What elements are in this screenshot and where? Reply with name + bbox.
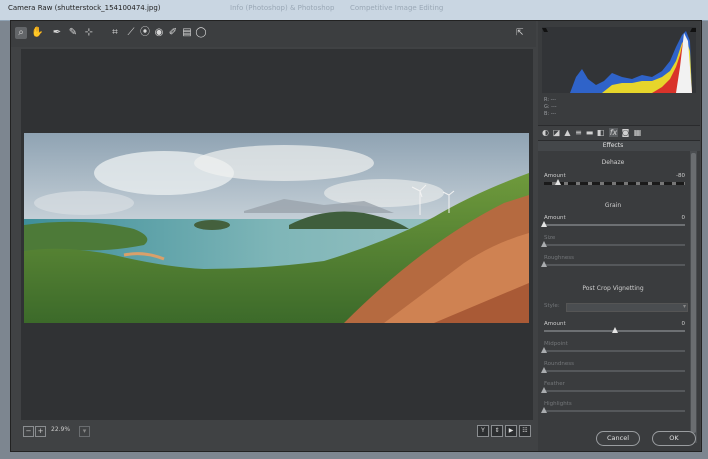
slider-track[interactable] [544,182,685,185]
chevron-down-icon: ▾ [682,303,686,310]
slider-track[interactable] [544,390,685,392]
slider-value[interactable]: 0 [682,321,686,327]
panel-tabs: ◐ ◪ ▲ ≡ ▬ ◧ fx ◙ ▦ [538,125,700,141]
style-label: Style: [544,303,560,309]
slider-label: Amount [544,321,566,327]
readout-g: G: --- [544,104,557,110]
slider-track[interactable] [544,224,685,226]
crop-icon[interactable]: ⌗ [109,27,121,39]
basic-tab-icon[interactable]: ◐ [541,128,550,137]
slider-value[interactable]: -80 [676,173,685,179]
dehaze-section-title: Dehaze [601,159,625,166]
cancel-button[interactable]: Cancel [596,431,640,446]
slider-label: Highlights [544,401,572,407]
readout-r: R: --- [544,97,557,103]
readout-b: B: --- [544,111,557,117]
slider-thumb[interactable] [541,261,547,267]
slider-track[interactable] [544,264,685,266]
window-title: Camera Raw (shutterstock_154100474.jpg) [8,4,161,12]
before-after-button[interactable]: Y [477,425,489,437]
slider-track[interactable] [544,370,685,372]
slider-label: Midpoint [544,341,568,347]
swap-button[interactable]: ⇕ [491,425,503,437]
panel-scrollbar[interactable] [690,151,697,443]
hsl-tab-icon[interactable]: ≡ [574,128,583,137]
split-toning-tab-icon[interactable]: ▬ [585,128,594,137]
tone-curve-tab-icon[interactable]: ◪ [552,128,561,137]
zoom-level[interactable]: 22.9% [51,426,70,433]
scrollbar-thumb[interactable] [691,153,696,433]
background-window-title-2: Competitive Image Editing [350,4,444,12]
style-dropdown[interactable]: ▾ [566,303,688,312]
hand-icon[interactable]: ✋ [31,27,43,39]
toggle-settings-button[interactable]: ☷ [519,425,531,437]
open-preferences-icon[interactable]: ⇱ [516,28,526,38]
slider-track[interactable] [544,350,685,352]
graduated-filter-icon[interactable]: ▤ [181,27,193,39]
effects-panel-header: Effects [538,141,700,151]
panel-title: Effects [602,142,624,149]
slider-label: Roughness [544,255,575,261]
preview-image [24,133,529,323]
slider-thumb[interactable] [541,407,547,413]
adjustment-brush-icon[interactable]: ✐ [167,27,179,39]
presets-tab-icon[interactable]: ▦ [633,128,642,137]
detail-tab-icon[interactable]: ▲ [563,128,572,137]
white-balance-icon[interactable]: ✒ [51,27,63,39]
red-eye-icon[interactable]: ◉ [153,27,165,39]
slider-label: Roundness [544,361,575,367]
copy-settings-button[interactable]: ▶ [505,425,517,437]
zoom-in-button[interactable]: + [35,426,46,437]
slider-track[interactable] [544,410,685,412]
slider-label: Feather [544,381,565,387]
slider-thumb[interactable] [541,387,547,393]
histogram [542,27,696,93]
dialog-frame: ⌕ ✋ ✒ ✎ ⊹ ⌗ ⟋ ⦿ ◉ ✐ ▤ ◯ ⇱ − + 22.9% ▾ Y … [10,20,702,452]
title-bar: Camera Raw (shutterstock_154100474.jpg) … [0,0,708,21]
slider-thumb[interactable] [541,221,547,227]
effects-tab-icon[interactable]: fx [609,128,618,137]
slider-value[interactable]: 0 [682,215,686,221]
vignette-style-select[interactable]: Style: ▾ [544,303,689,312]
straighten-icon[interactable]: ⟋ [125,27,137,39]
status-bar: − + 22.9% ▾ Y ⇕ ▶ ☷ [21,423,533,441]
lens-tab-icon[interactable]: ◧ [596,128,605,137]
zoom-dropdown-icon[interactable]: ▾ [79,426,90,437]
zoom-out-button[interactable]: − [23,426,34,437]
slider-track[interactable] [544,244,685,246]
zoom-icon[interactable]: ⌕ [15,27,27,39]
vignetting-section-title: Post Crop Vignetting [582,285,644,292]
rgb-readout: R: --- G: --- B: --- [544,97,557,118]
slider-label: Amount [544,215,566,221]
slider-thumb[interactable] [611,327,618,333]
color-sampler-icon[interactable]: ✎ [67,27,79,39]
grain-section-title: Grain [604,202,622,209]
camera-calibration-tab-icon[interactable]: ◙ [621,128,630,137]
ok-button[interactable]: OK [652,431,696,446]
spot-removal-icon[interactable]: ⦿ [139,27,151,39]
slider-thumb[interactable] [555,179,562,185]
background-window-title: Info (Photoshop) & Photoshop [230,4,335,12]
slider-thumb[interactable] [541,367,547,373]
toolbar: ⌕ ✋ ✒ ✎ ⊹ ⌗ ⟋ ⦿ ◉ ✐ ▤ ◯ ⇱ [11,21,536,47]
targeted-adjustment-icon[interactable]: ⊹ [83,27,95,39]
right-panel: R: --- G: --- B: --- ◐ ◪ ▲ ≡ ▬ ◧ fx ◙ ▦ … [538,21,700,451]
slider-thumb[interactable] [541,347,547,353]
slider-thumb[interactable] [541,241,547,247]
camera-raw-window: Camera Raw (shutterstock_154100474.jpg) … [0,0,708,459]
radial-filter-icon[interactable]: ◯ [195,27,207,39]
preview-canvas[interactable] [21,49,533,420]
